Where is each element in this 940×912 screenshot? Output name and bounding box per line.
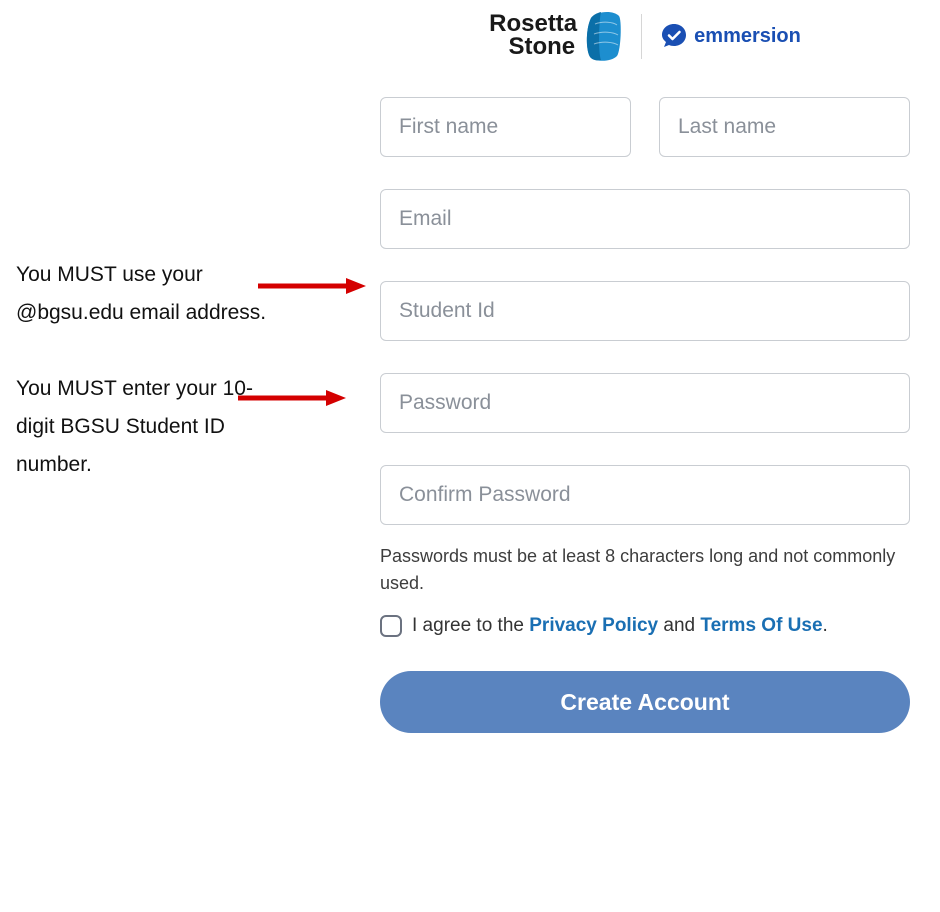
annotation-student-id: You MUST enter your 10-digit BGSU Studen… [16, 370, 276, 483]
agree-middle: and [658, 615, 700, 636]
annotation-email: You MUST use your @bgsu.edu email addres… [16, 256, 276, 332]
confirm-password-input[interactable] [380, 465, 910, 525]
arrow-icon [258, 276, 368, 296]
terms-of-use-link[interactable]: Terms Of Use [700, 615, 822, 636]
rosetta-stone-logo: Rosetta Stone [489, 10, 623, 62]
arrow-icon [238, 388, 348, 408]
last-name-input[interactable] [659, 97, 910, 157]
agree-text: I agree to the Privacy Policy and Terms … [412, 615, 828, 637]
agree-checkbox[interactable] [380, 615, 402, 637]
create-account-button[interactable]: Create Account [380, 671, 910, 733]
first-name-input[interactable] [380, 97, 631, 157]
email-input[interactable] [380, 189, 910, 249]
password-helper-text: Passwords must be at least 8 characters … [380, 543, 910, 597]
logo-divider [641, 14, 642, 59]
privacy-policy-link[interactable]: Privacy Policy [529, 615, 658, 636]
agree-prefix: I agree to the [412, 615, 529, 636]
emmersion-text: emmersion [694, 25, 801, 48]
agree-row: I agree to the Privacy Policy and Terms … [380, 615, 910, 637]
rosetta-text-line2: Stone [489, 36, 575, 59]
student-id-input[interactable] [380, 281, 910, 341]
emmersion-icon [660, 22, 688, 50]
emmersion-logo: emmersion [660, 22, 801, 50]
password-input[interactable] [380, 373, 910, 433]
agree-suffix: . [823, 615, 828, 636]
logo-row: Rosetta Stone emmersion [380, 0, 910, 97]
rosetta-stone-icon [583, 10, 623, 62]
